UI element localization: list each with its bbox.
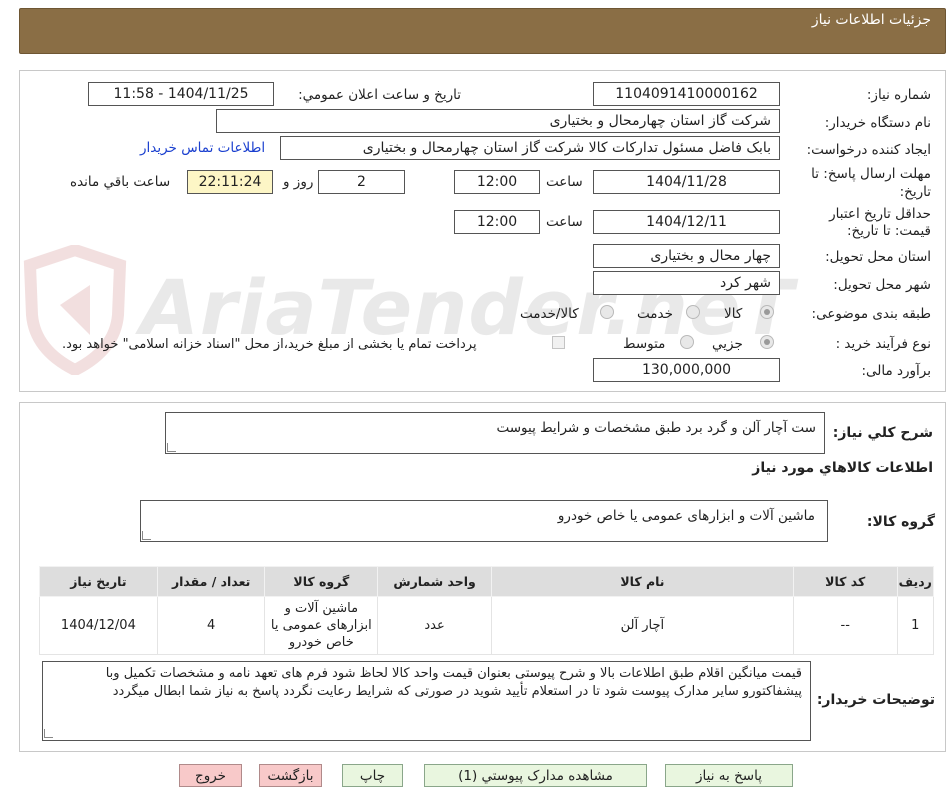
deadline-time-field: 12:00 — [454, 170, 540, 194]
goods-group-resize-handle[interactable] — [142, 531, 151, 540]
cell-code: -- — [792, 596, 898, 655]
cell-group: ماشین آلات و ابزارهای عمومی یا خاص خودرو — [264, 596, 379, 655]
remaining-time-field: 22:11:24 — [187, 170, 273, 194]
category-option-goods-service: کالا/خدمت — [520, 306, 579, 322]
cell-row-number: 1 — [896, 596, 935, 655]
need-number-label: شماره نیاز: — [866, 87, 931, 103]
general-desc-label: شرح کلي نياز: — [832, 425, 933, 441]
city-field: شهر کرد — [593, 271, 780, 295]
general-desc-resize-handle[interactable] — [167, 443, 176, 452]
category-radio-goods[interactable] — [760, 305, 774, 319]
process-radio-minor[interactable] — [760, 335, 774, 349]
goods-table-header: رديف کد کالا نام کالا واحد شمارش گروه کا… — [39, 566, 935, 597]
process-label: نوع فرآيند خريد : — [835, 336, 931, 352]
goods-group-textarea[interactable]: ماشین آلات و ابزارهای عمومی یا خاص خودرو — [140, 500, 828, 542]
buyer-contact-link[interactable]: اطلاعات تماس خريدار — [140, 140, 265, 156]
creator-label: ايجاد کننده درخواست: — [806, 142, 931, 158]
creator-field: بابک فاضل مسئول تدارکات کالا شرکت گاز اس… — [280, 136, 780, 160]
back-button[interactable]: بازگشت — [259, 764, 322, 787]
cell-unit: عدد — [377, 596, 492, 655]
col-header-name: نام کالا — [490, 566, 794, 597]
goods-info-title: اطلاعات کالاهاي مورد نياز — [752, 460, 933, 476]
shield-icon — [23, 243, 127, 377]
category-option-service: خدمت — [637, 306, 673, 322]
deadline-date-field: 1404/11/28 — [593, 170, 780, 194]
validity-label-2: قيمت: تا تاريخ: — [847, 223, 931, 239]
col-header-qty: تعداد / مقدار — [156, 566, 266, 597]
deadline-time-word: ساعت — [546, 174, 583, 190]
exit-button[interactable]: خروج — [179, 764, 242, 787]
col-header-row: رديف — [896, 566, 935, 597]
need-number-field: 1104091410000162 — [593, 82, 780, 106]
treasury-payment-note: پرداخت تمام يا بخشی از مبلغ خريد،از محل … — [62, 337, 477, 352]
validity-time-field: 12:00 — [454, 210, 540, 234]
province-field: چهار محال و بختیاری — [593, 244, 780, 268]
cell-date: 1404/12/04 — [39, 596, 158, 655]
province-label: استان محل تحويل: — [825, 249, 931, 265]
cell-name: آچار آلن — [490, 596, 794, 655]
page-title: جزئیات اطلاعات نیاز — [811, 12, 931, 28]
category-option-goods: کالا — [724, 306, 743, 322]
category-label: طبقه بندی موضوعی: — [811, 306, 931, 322]
goods-group-label: گروه کالا: — [866, 514, 935, 530]
table-row: 1 -- آچار آلن عدد ماشین آلات و ابزارهای … — [39, 596, 935, 655]
buyer-org-field: شرکت گاز استان چهارمحال و بختیاری — [216, 109, 780, 133]
announce-label: تاريخ و ساعت اعلان عمومي: — [298, 87, 461, 103]
validity-time-word: ساعت — [546, 214, 583, 230]
buyer-notes-textarea[interactable]: قیمت میانگین اقلام طبق اطلاعات بالا و شر… — [42, 661, 811, 741]
cell-qty: 4 — [156, 596, 266, 655]
process-radio-medium[interactable] — [680, 335, 694, 349]
remaining-word: ساعت باقي مانده — [70, 174, 171, 190]
buyer-notes-resize-handle[interactable] — [44, 729, 53, 738]
category-radio-goods-service[interactable] — [600, 305, 614, 319]
city-label: شهر محل تحويل: — [833, 277, 931, 293]
deadline-label: مهلت ارسال پاسخ: تا — [811, 166, 931, 182]
page-header — [19, 8, 946, 54]
print-button[interactable]: چاپ — [342, 764, 403, 787]
budget-label: برآورد مالی: — [861, 363, 931, 379]
validity-label: حداقل تاريخ اعتبار — [829, 206, 931, 222]
col-header-code: کد کالا — [792, 566, 898, 597]
goods-table: رديف کد کالا نام کالا واحد شمارش گروه کا… — [39, 566, 935, 655]
col-header-date: تاريخ نياز — [39, 566, 158, 597]
budget-field: 130,000,000 — [593, 358, 780, 382]
buyer-org-label: نام دستگاه خريدار: — [824, 115, 931, 131]
general-desc-textarea[interactable]: ست آچار آلن و گرد برد طبق مشخصات و شرایط… — [165, 412, 825, 454]
col-header-group: گروه کالا — [264, 566, 379, 597]
category-radio-service[interactable] — [686, 305, 700, 319]
buyer-notes-label: توضيحات خريدار: — [816, 692, 935, 708]
deadline-label-2: تاريخ: — [899, 184, 931, 200]
validity-date-field: 1404/12/11 — [593, 210, 780, 234]
days-word: روز و — [283, 174, 314, 190]
col-header-unit: واحد شمارش — [377, 566, 492, 597]
days-field: 2 — [318, 170, 405, 194]
process-option-medium: متوسط — [623, 336, 666, 352]
announce-datetime-field: 1404/11/25 - 11:58 — [88, 82, 274, 106]
view-attachments-button[interactable]: مشاهده مدارک پيوستي (1) — [424, 764, 647, 787]
respond-button[interactable]: پاسخ به نياز — [665, 764, 793, 787]
process-option-minor: جزيي — [712, 336, 743, 352]
treasury-payment-checkbox[interactable] — [552, 336, 565, 349]
